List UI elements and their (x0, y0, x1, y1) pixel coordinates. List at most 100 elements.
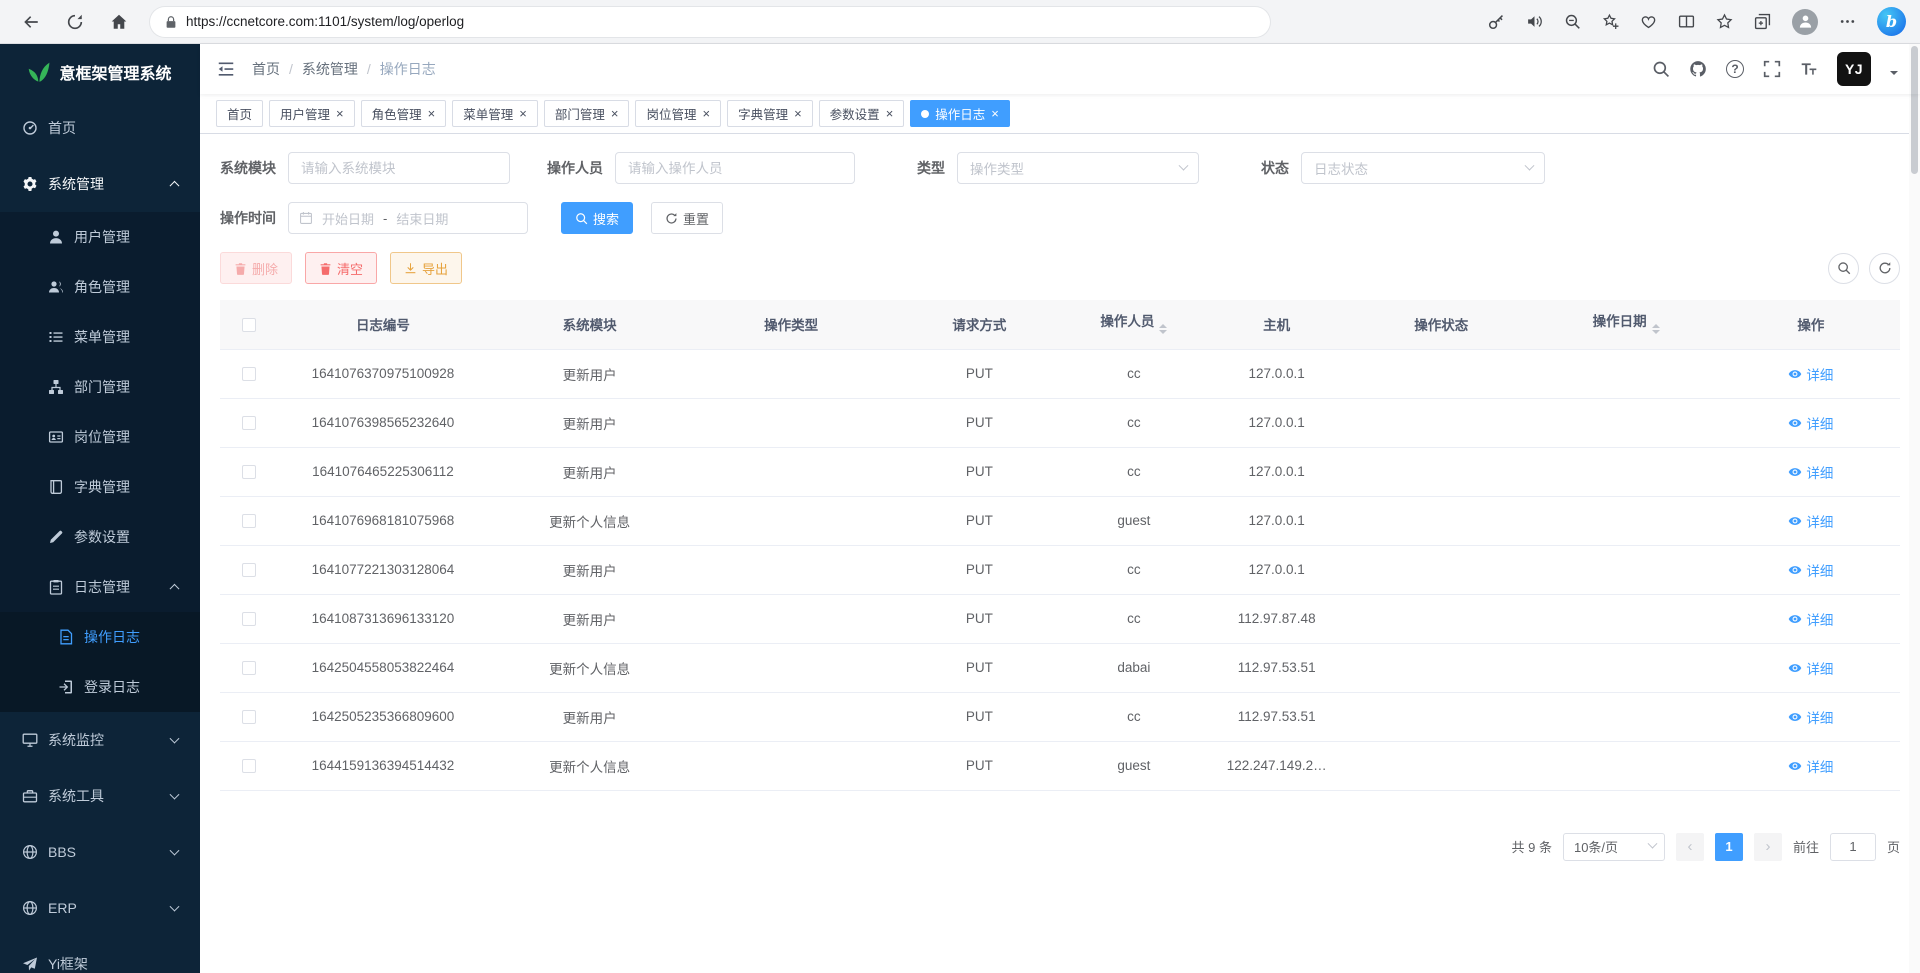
detail-link[interactable]: 详细 (1788, 609, 1833, 629)
browser-essentials-icon[interactable] (1640, 13, 1657, 30)
current-page-button[interactable]: 1 (1715, 833, 1743, 861)
tab-item[interactable]: 参数设置 × (819, 100, 905, 127)
tab-item[interactable]: 部门管理 × (544, 100, 630, 127)
sidebar-item-2[interactable]: 用户管理 (0, 212, 200, 262)
row-checkbox[interactable] (242, 563, 256, 577)
column-header[interactable]: 操作日期 (1530, 300, 1722, 349)
password-key-icon[interactable] (1488, 13, 1505, 30)
reset-button[interactable]: 重置 (651, 202, 723, 234)
zoom-icon[interactable] (1564, 13, 1581, 30)
sidebar-item-5[interactable]: 部门管理 (0, 362, 200, 412)
prev-page-button[interactable]: ‹ (1676, 833, 1704, 861)
next-page-button[interactable]: › (1754, 833, 1782, 861)
detail-link[interactable]: 详细 (1788, 462, 1833, 482)
profile-avatar[interactable] (1792, 9, 1818, 35)
fullscreen-icon[interactable] (1763, 60, 1781, 78)
tab-item[interactable]: 操作日志 × (910, 100, 1010, 127)
row-checkbox[interactable] (242, 514, 256, 528)
refresh-table-button[interactable] (1869, 253, 1900, 284)
sidebar-item-6[interactable]: 岗位管理 (0, 412, 200, 462)
row-checkbox[interactable] (242, 710, 256, 724)
home-icon[interactable] (110, 13, 128, 31)
tab-close-icon[interactable]: × (611, 107, 619, 120)
clear-button[interactable]: 清空 (305, 252, 377, 284)
tab-item[interactable]: 菜单管理 × (452, 100, 538, 127)
sidebar-item-10[interactable]: 操作日志 (0, 612, 200, 662)
status-select[interactable]: 日志状态 (1301, 152, 1545, 184)
tab-item[interactable]: 岗位管理 × (635, 100, 721, 127)
favorite-add-icon[interactable] (1602, 13, 1619, 30)
help-icon[interactable]: ? (1726, 60, 1744, 78)
sort-icon[interactable] (1652, 320, 1660, 338)
collections-icon[interactable] (1754, 13, 1771, 30)
date-range-picker[interactable]: 开始日期 - 结束日期 (288, 202, 528, 234)
tab-close-icon[interactable]: × (428, 107, 436, 120)
read-aloud-icon[interactable] (1526, 13, 1543, 30)
detail-link[interactable]: 详细 (1788, 560, 1833, 580)
row-checkbox[interactable] (242, 759, 256, 773)
favorites-icon[interactable] (1716, 13, 1733, 30)
header-search-icon[interactable] (1652, 60, 1670, 78)
row-checkbox[interactable] (242, 416, 256, 430)
detail-link[interactable]: 详细 (1788, 511, 1833, 531)
sidebar-item-4[interactable]: 菜单管理 (0, 312, 200, 362)
breadcrumb-item[interactable]: 首页 (252, 59, 280, 79)
goto-page-input[interactable] (1830, 833, 1876, 861)
sidebar-item-0[interactable]: 首页 (0, 100, 200, 156)
sidebar-item-7[interactable]: 字典管理 (0, 462, 200, 512)
sidebar-item-11[interactable]: 登录日志 (0, 662, 200, 712)
address-bar[interactable]: https://ccnetcore.com:1101/system/log/op… (150, 7, 1270, 37)
sidebar-toggle-icon[interactable] (216, 59, 236, 79)
sidebar-item-16[interactable]: Yi框架 (0, 936, 200, 973)
detail-link[interactable]: 详细 (1788, 707, 1833, 727)
tab-close-icon[interactable]: × (886, 107, 894, 120)
user-logo-badge[interactable]: YJ (1837, 52, 1871, 86)
export-button[interactable]: 导出 (390, 252, 462, 284)
delete-button[interactable]: 删除 (220, 252, 292, 284)
breadcrumb-item[interactable]: 系统管理 (302, 59, 358, 79)
sidebar-item-12[interactable]: 系统监控 (0, 712, 200, 768)
row-checkbox[interactable] (242, 612, 256, 626)
tab-close-icon[interactable]: × (991, 107, 999, 120)
detail-link[interactable]: 详细 (1788, 413, 1833, 433)
detail-link[interactable]: 详细 (1788, 658, 1833, 678)
sidebar-item-9[interactable]: 日志管理 (0, 562, 200, 612)
split-screen-icon[interactable] (1678, 13, 1695, 30)
back-icon[interactable] (22, 13, 40, 31)
more-options-icon[interactable] (1839, 13, 1856, 30)
sidebar-item-1[interactable]: 系统管理 (0, 156, 200, 212)
sidebar-item-13[interactable]: 系统工具 (0, 768, 200, 824)
row-checkbox[interactable] (242, 465, 256, 479)
tab-item[interactable]: 字典管理 × (727, 100, 813, 127)
github-icon[interactable] (1689, 60, 1707, 78)
sidebar-item-3[interactable]: 角色管理 (0, 262, 200, 312)
operator-input[interactable] (615, 152, 855, 184)
module-input[interactable] (288, 152, 510, 184)
reload-icon[interactable] (66, 13, 84, 31)
type-select[interactable]: 操作类型 (957, 152, 1199, 184)
browser-scrollbar[interactable] (1909, 44, 1920, 973)
tab-item[interactable]: 用户管理 × (269, 100, 355, 127)
sidebar-item-14[interactable]: BBS (0, 824, 200, 880)
tab-close-icon[interactable]: × (702, 107, 710, 120)
detail-link[interactable]: 详细 (1788, 364, 1833, 384)
toggle-search-button[interactable] (1828, 253, 1859, 284)
row-checkbox[interactable] (242, 367, 256, 381)
tab-item[interactable]: 首页 (216, 100, 263, 127)
sort-icon[interactable] (1159, 320, 1167, 338)
row-checkbox[interactable] (242, 661, 256, 675)
tab-close-icon[interactable]: × (794, 107, 802, 120)
sidebar-item-15[interactable]: ERP (0, 880, 200, 936)
select-all-checkbox[interactable] (242, 318, 256, 332)
page-size-select[interactable]: 10条/页 (1563, 833, 1665, 861)
app-logo[interactable]: 意框架管理系统 (0, 44, 200, 100)
column-header[interactable]: 操作人员 (1067, 300, 1201, 349)
font-size-icon[interactable] (1800, 60, 1818, 78)
tab-close-icon[interactable]: × (336, 107, 344, 120)
tab-item[interactable]: 角色管理 × (361, 100, 447, 127)
bing-copilot-icon[interactable]: b (1877, 7, 1906, 36)
tab-close-icon[interactable]: × (519, 107, 527, 120)
search-button[interactable]: 搜索 (561, 202, 633, 234)
detail-link[interactable]: 详细 (1788, 756, 1833, 776)
sidebar-item-8[interactable]: 参数设置 (0, 512, 200, 562)
